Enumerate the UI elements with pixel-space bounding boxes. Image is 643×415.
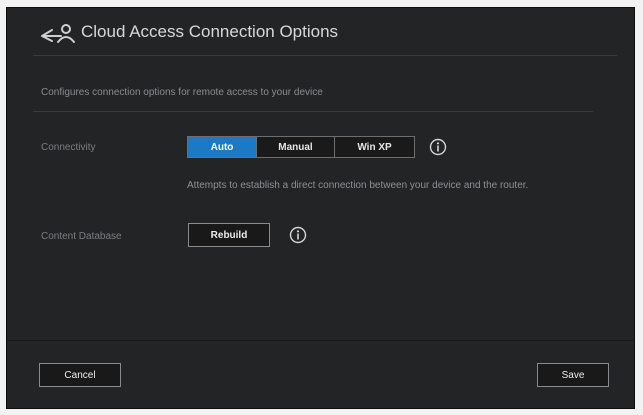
cancel-button[interactable]: Cancel bbox=[39, 363, 121, 387]
content-database-label: Content Database bbox=[41, 231, 122, 242]
connectivity-manual-button[interactable]: Manual bbox=[256, 137, 334, 157]
cloud-access-dialog: Cloud Access Connection Options Configur… bbox=[6, 7, 635, 409]
description-divider bbox=[33, 111, 593, 112]
footer-divider bbox=[7, 340, 634, 341]
dialog-description: Configures connection options for remote… bbox=[41, 87, 323, 98]
connectivity-info-icon[interactable] bbox=[429, 138, 447, 156]
content-database-info-icon[interactable] bbox=[289, 226, 307, 244]
connectivity-winxp-button[interactable]: Win XP bbox=[334, 137, 414, 157]
dialog-title: Cloud Access Connection Options bbox=[81, 22, 339, 41]
rebuild-button[interactable]: Rebuild bbox=[188, 223, 270, 247]
title-bar: Cloud Access Connection Options bbox=[7, 8, 634, 56]
connectivity-label: Connectivity bbox=[41, 142, 96, 153]
connectivity-helper-text: Attempts to establish a direct connectio… bbox=[187, 180, 529, 191]
connectivity-selector: Auto Manual Win XP bbox=[187, 136, 415, 158]
title-divider bbox=[33, 55, 617, 56]
cloud-access-icon bbox=[39, 22, 77, 44]
save-button[interactable]: Save bbox=[537, 363, 609, 387]
connectivity-auto-button[interactable]: Auto bbox=[188, 137, 256, 157]
